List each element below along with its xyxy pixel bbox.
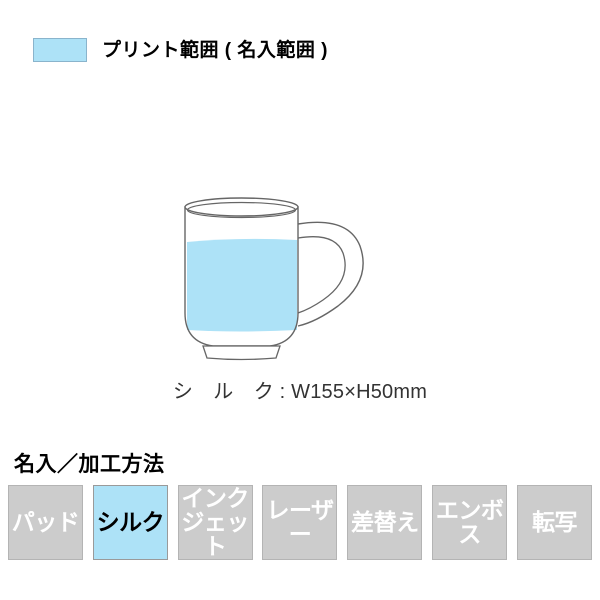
mug-foot-ring (202, 345, 281, 361)
mug-rim-outer (184, 197, 299, 217)
mug-handle-outer (297, 221, 364, 327)
mug-outline-icon (184, 197, 364, 361)
print-area-shape (187, 238, 297, 332)
imprint-methods-list: パッド シルク インクジェット レーザー 差替え エンボス 転写 (0, 484, 600, 561)
method-chip-label: エンボス (435, 496, 504, 547)
imprint-methods-section: 名入／加工方法 パッド シルク インクジェット レーザー 差替え エンボス 転写 (0, 452, 600, 561)
print-area-dimension-caption: シ ル ク : W155×H50mm (172, 381, 428, 403)
print-area-swatch-icon (33, 38, 87, 62)
method-chip-inkjet[interactable]: インクジェット (177, 484, 253, 561)
method-chip-emboss[interactable]: エンボス (432, 485, 508, 561)
mug-handle-inner (297, 236, 346, 314)
method-chip-laser[interactable]: レーザー (262, 485, 338, 561)
method-chip-label: 転写 (531, 508, 578, 535)
method-chip-pad[interactable]: パッド (8, 485, 83, 561)
method-chip-transfer[interactable]: 転写 (516, 485, 592, 561)
method-chip-label: パッド (11, 508, 80, 535)
print-area-legend-label: プリント範囲 ( 名入範囲 ) (102, 39, 328, 61)
imprint-methods-heading: 名入／加工方法 (14, 453, 165, 476)
method-chip-label: インクジェット (181, 484, 249, 559)
method-chip-label: シルク (96, 508, 165, 535)
method-chip-replace[interactable]: 差替え (347, 485, 423, 561)
product-illustration (0, 180, 600, 370)
method-chip-label: レーザー (266, 496, 334, 547)
print-area-legend: プリント範囲 ( 名入範囲 ) (33, 38, 328, 62)
method-chip-silk[interactable]: シルク (92, 485, 168, 561)
method-chip-label: 差替え (351, 508, 419, 535)
